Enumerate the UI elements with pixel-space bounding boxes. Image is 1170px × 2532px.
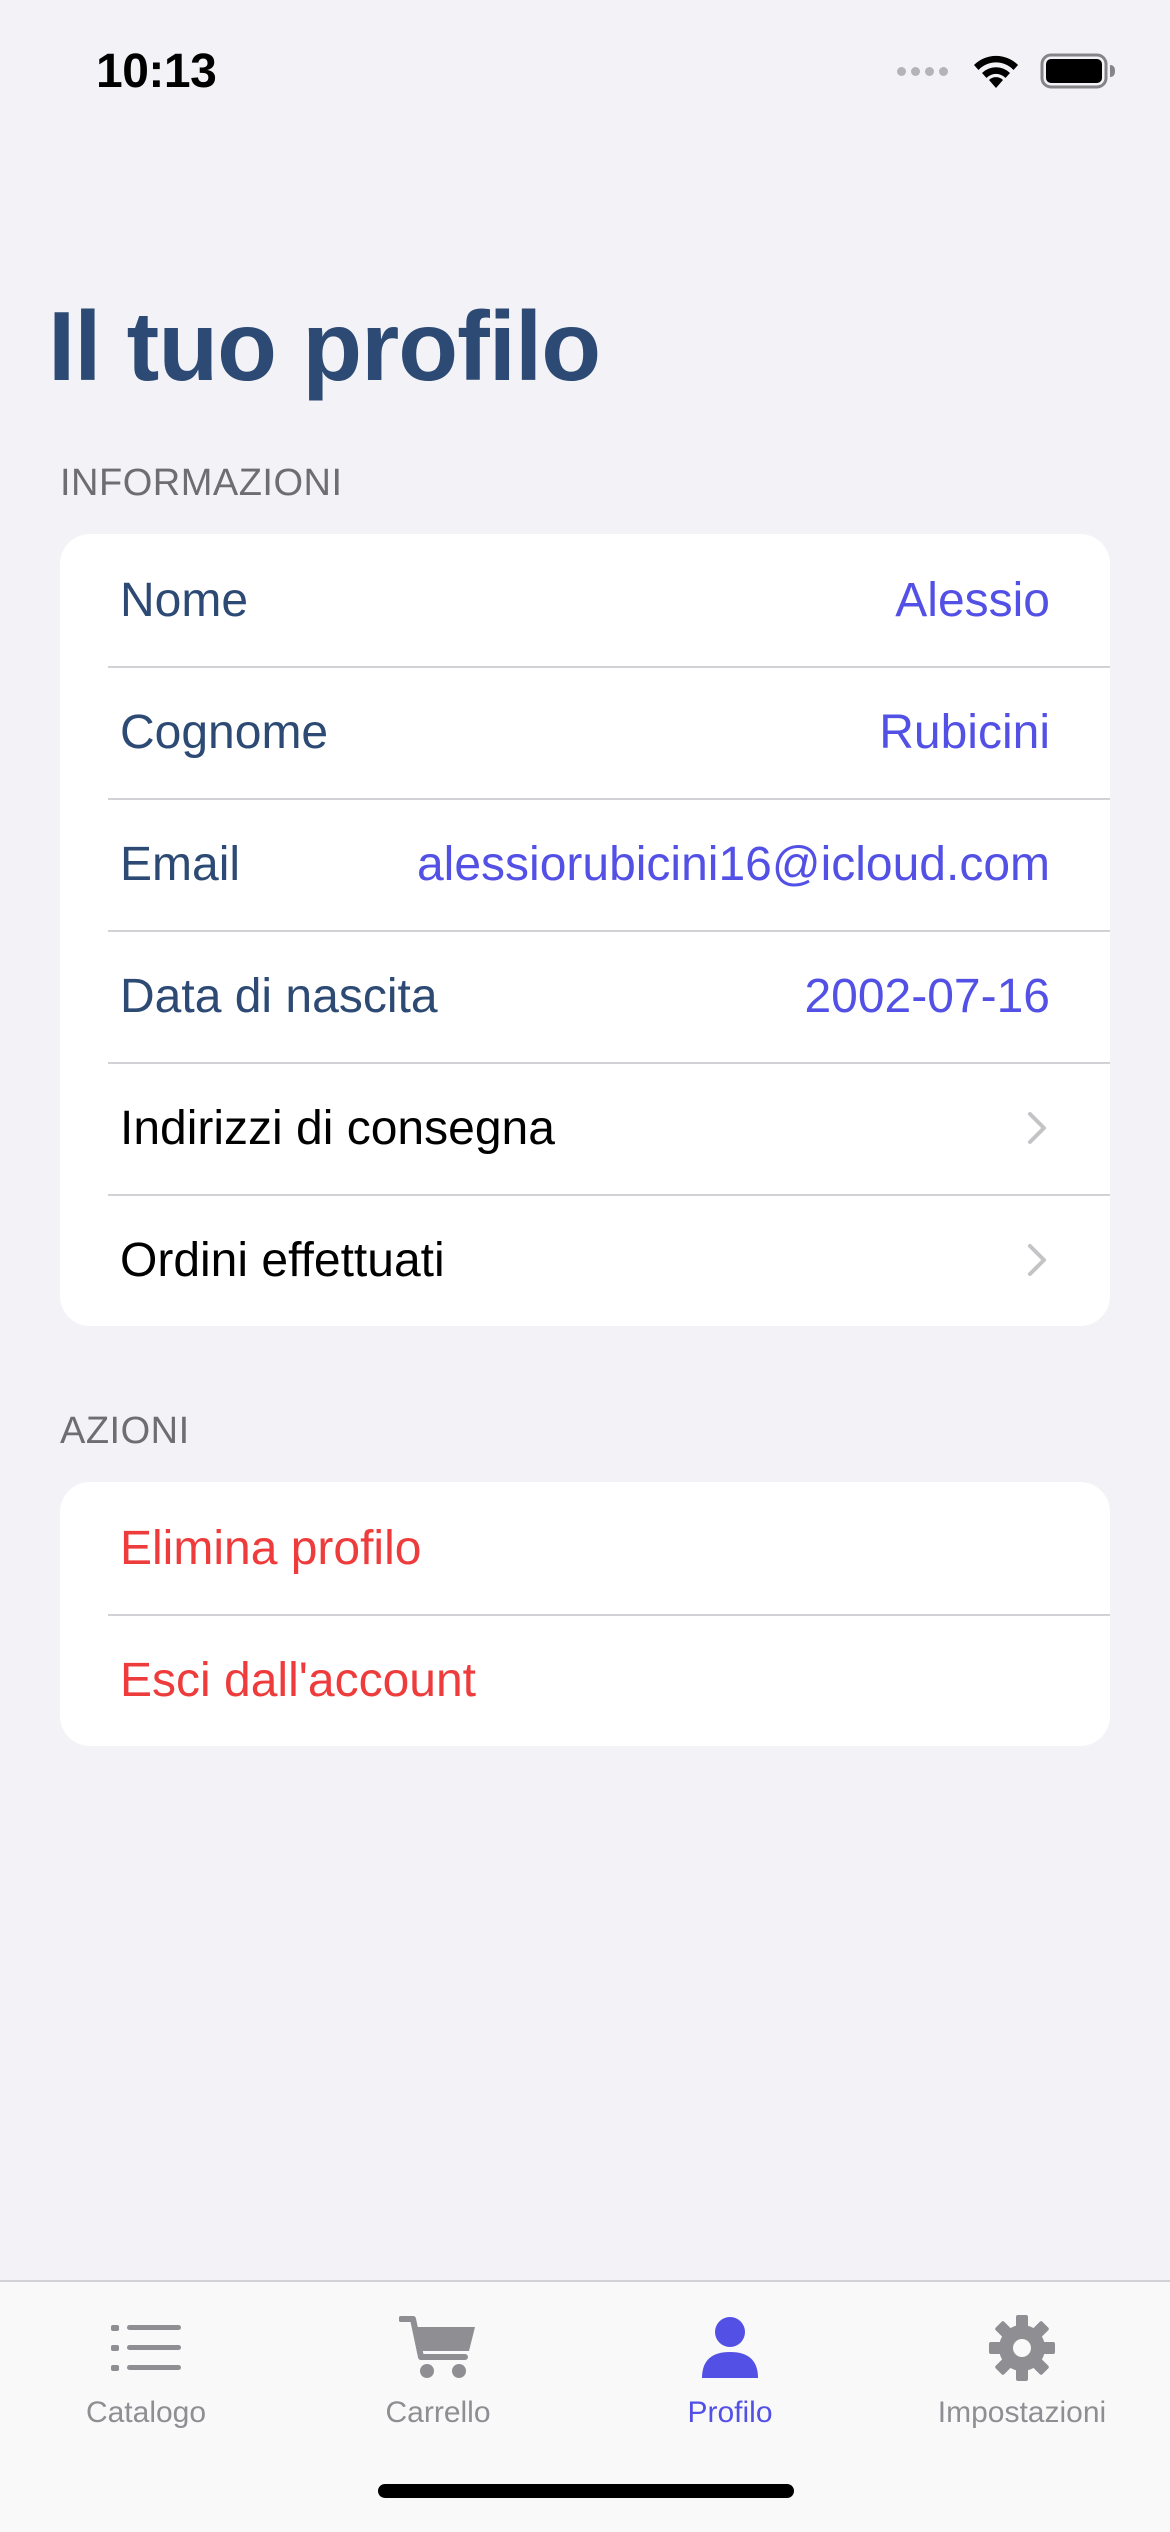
tab-label-catalogo: Catalogo [85, 2396, 207, 2429]
page-title: Il tuo profilo [48, 291, 601, 401]
row-indirizzi-consegna[interactable]: Indirizzi di consegna [60, 1062, 1110, 1194]
home-indicator [378, 2484, 794, 2498]
profile-screen: 10:13 Il tuo profilo INFORMAZIONI Nome A… [0, 0, 1170, 2532]
data-nascita-value: 2002-07-16 [804, 969, 1050, 1023]
data-nascita-label: Data di nascita [120, 969, 438, 1023]
tab-catalogo[interactable]: Catalogo [0, 2282, 292, 2462]
delete-profile-button[interactable]: Elimina profilo [60, 1482, 1110, 1614]
row-email: Email alessiorubicini16@icloud.com [60, 798, 1110, 930]
tab-impostazioni[interactable]: Impostazioni [876, 2282, 1168, 2462]
info-group: Nome Alessio Cognome Rubicini Email ales… [60, 534, 1110, 1326]
logout-label: Esci dall'account [120, 1653, 477, 1707]
indirizzi-consegna-label: Indirizzi di consegna [120, 1101, 555, 1155]
nome-value: Alessio [895, 573, 1050, 627]
section-header-actions: AZIONI [60, 1410, 190, 1452]
status-icons [897, 52, 1116, 90]
gear-icon [988, 2308, 1056, 2388]
status-time: 10:13 [96, 45, 217, 98]
row-data-nascita: Data di nascita 2002-07-16 [60, 930, 1110, 1062]
wifi-icon [974, 55, 1018, 88]
tab-carrello[interactable]: Carrello [292, 2282, 584, 2462]
actions-group: Elimina profilo Esci dall'account [60, 1482, 1110, 1746]
delete-profile-label: Elimina profilo [120, 1521, 422, 1575]
tab-label-impostazioni: Impostazioni [937, 2396, 1107, 2429]
ordini-effettuati-label: Ordini effettuati [120, 1233, 445, 1287]
list-icon [111, 2308, 181, 2388]
row-nome: Nome Alessio [60, 534, 1110, 666]
cellular-signal-icon [897, 66, 948, 76]
email-value: alessiorubicini16@icloud.com [416, 837, 1050, 891]
tab-label-profilo: Profilo [687, 2396, 773, 2429]
nome-label: Nome [120, 573, 249, 627]
cart-icon [399, 2308, 477, 2388]
section-header-info: INFORMAZIONI [60, 462, 343, 504]
tab-label-carrello: Carrello [385, 2396, 491, 2429]
logout-button[interactable]: Esci dall'account [60, 1614, 1110, 1746]
cognome-value: Rubicini [879, 705, 1050, 759]
chevron-right-icon [1028, 1244, 1046, 1276]
tab-profilo[interactable]: Profilo [584, 2282, 876, 2462]
battery-icon [1040, 53, 1115, 89]
email-label: Email [120, 837, 241, 891]
row-cognome: Cognome Rubicini [60, 666, 1110, 798]
status-bar: 10:13 [0, 0, 1170, 150]
chevron-right-icon [1028, 1112, 1046, 1144]
cognome-label: Cognome [120, 705, 329, 759]
person-icon [700, 2308, 760, 2388]
row-ordini-effettuati[interactable]: Ordini effettuati [60, 1194, 1110, 1326]
